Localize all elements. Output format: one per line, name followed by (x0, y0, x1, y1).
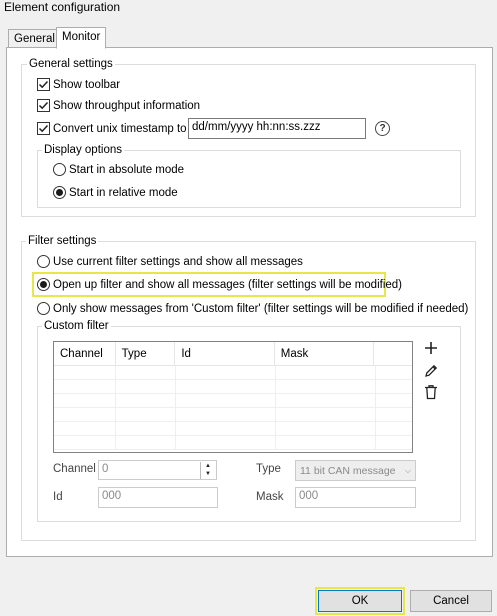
general-settings-legend: General settings (27, 58, 115, 70)
show-toolbar-option[interactable]: Show toolbar (37, 78, 120, 91)
display-options-group (37, 150, 461, 208)
convert-timestamp-label: Convert unix timestamp to (53, 122, 187, 135)
spin-down-icon[interactable]: ▼ (201, 470, 215, 478)
column-header-channel[interactable]: Channel (54, 342, 116, 366)
edit-icon[interactable] (423, 363, 439, 379)
show-throughput-checkbox[interactable] (37, 99, 50, 112)
absolute-mode-label: Start in absolute mode (69, 163, 185, 176)
table-row (54, 408, 412, 422)
column-header-filler (374, 342, 412, 366)
checkmark-icon (38, 80, 49, 89)
column-header-id[interactable]: Id (175, 342, 275, 366)
open-up-label: Open up filter and show all messages (fi… (53, 278, 402, 291)
custom-only-label: Only show messages from 'Custom filter' … (53, 302, 469, 315)
checkmark-icon (38, 124, 49, 133)
table-header: Channel Type Id Mask (54, 342, 412, 366)
chevron-down-icon: ⌵ (404, 465, 411, 475)
use-current-label: Use current filter settings and show all… (53, 255, 303, 268)
cancel-button[interactable]: Cancel (410, 590, 492, 612)
table-row (54, 394, 412, 408)
use-current-radio[interactable] (37, 255, 50, 268)
add-icon[interactable] (423, 340, 439, 356)
channel-value: 0 (102, 463, 109, 475)
type-select-value: 11 bit CAN message (300, 464, 396, 477)
column-header-type[interactable]: Type (116, 342, 176, 366)
relative-mode-label: Start in relative mode (69, 186, 178, 199)
type-select[interactable]: 11 bit CAN message ⌵ (295, 460, 416, 481)
table-row (54, 380, 412, 394)
filter-option-use-current[interactable]: Use current filter settings and show all… (37, 255, 303, 268)
channel-label: Channel (53, 463, 96, 475)
absolute-mode-option[interactable]: Start in absolute mode (53, 163, 184, 176)
column-header-mask[interactable]: Mask (275, 342, 375, 366)
show-throughput-option[interactable]: Show throughput information (37, 99, 200, 112)
display-options-legend: Display options (42, 144, 124, 156)
filter-option-open-up[interactable]: Open up filter and show all messages (fi… (37, 278, 402, 291)
open-up-radio[interactable] (37, 278, 50, 291)
filter-option-custom-only[interactable]: Only show messages from 'Custom filter' … (37, 302, 468, 315)
timestamp-format-input[interactable]: dd/mm/yyyy hh:nn:ss.zzz (188, 118, 366, 139)
show-toolbar-label: Show toolbar (53, 78, 121, 91)
checkmark-icon (38, 101, 49, 110)
mask-label: Mask (256, 491, 284, 503)
table-row (54, 366, 412, 380)
relative-mode-option[interactable]: Start in relative mode (53, 186, 178, 199)
channel-spinner[interactable]: 0 ▲ ▼ (98, 460, 217, 480)
spin-up-icon[interactable]: ▲ (201, 462, 215, 470)
convert-timestamp-option[interactable]: Convert unix timestamp to (37, 122, 187, 135)
relative-mode-radio[interactable] (53, 186, 66, 199)
absolute-mode-radio[interactable] (53, 163, 66, 176)
mask-input[interactable]: 000 (295, 487, 416, 508)
spinner-buttons[interactable]: ▲ ▼ (200, 462, 215, 479)
ok-button[interactable]: OK (318, 590, 402, 612)
custom-filter-legend: Custom filter (42, 320, 111, 332)
show-toolbar-checkbox[interactable] (37, 78, 50, 91)
id-input[interactable]: 000 (98, 487, 218, 508)
panel-content: General settings Show toolbar Show throu… (0, 0, 497, 616)
convert-timestamp-checkbox[interactable] (37, 122, 50, 135)
table-row (54, 436, 412, 450)
custom-filter-table[interactable]: Channel Type Id Mask (53, 341, 413, 453)
custom-only-radio[interactable] (37, 302, 50, 315)
type-label: Type (256, 463, 281, 475)
filter-settings-legend: Filter settings (26, 235, 99, 247)
help-icon[interactable]: ? (375, 121, 390, 136)
id-label: Id (53, 491, 63, 503)
delete-icon[interactable] (423, 384, 439, 400)
show-throughput-label: Show throughput information (53, 99, 201, 112)
table-row (54, 422, 412, 436)
